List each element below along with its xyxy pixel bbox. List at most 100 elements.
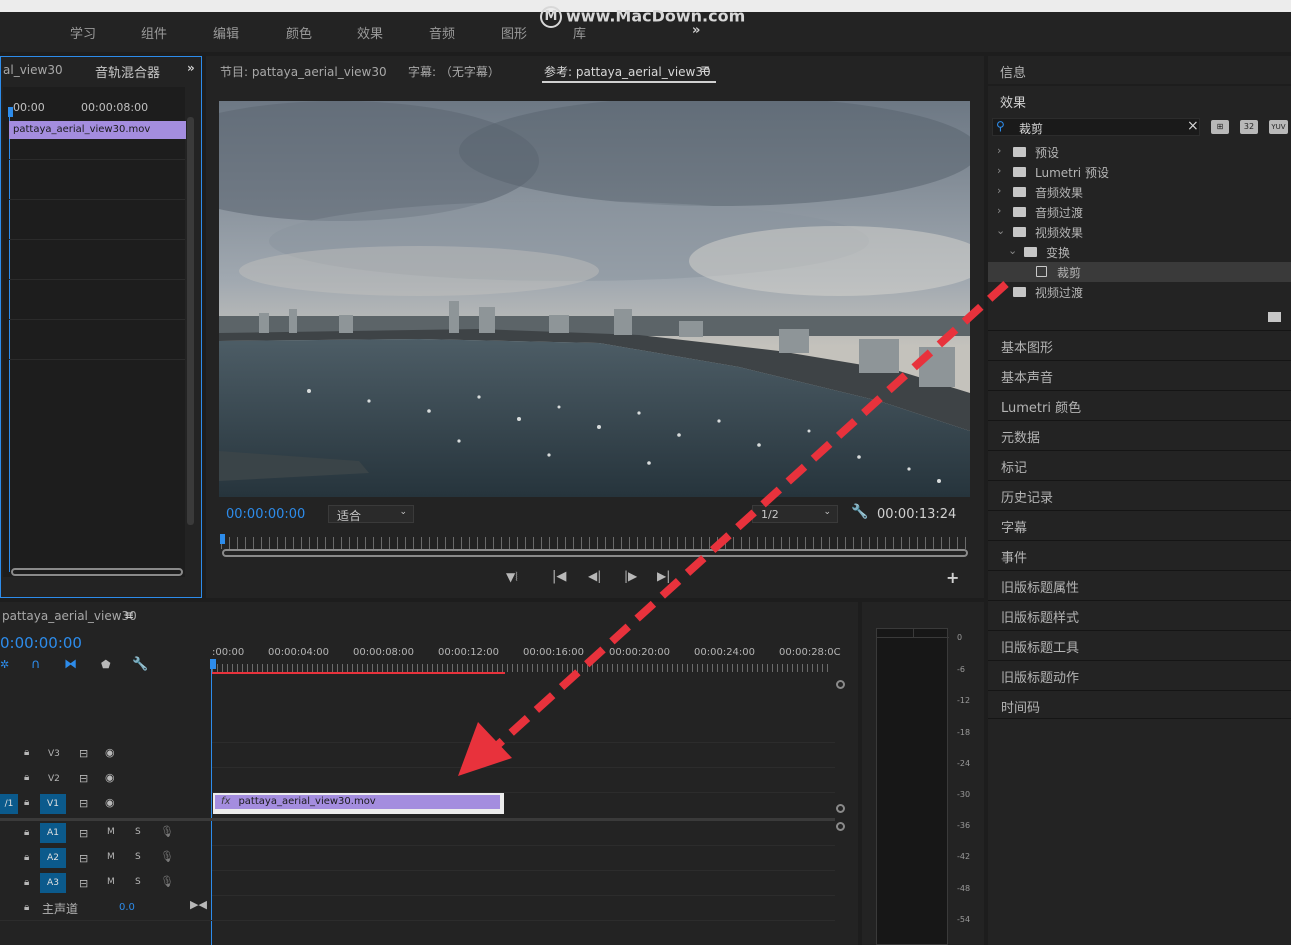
step-back-icon[interactable]: ◀| (588, 569, 601, 583)
mini-clip[interactable]: pattaya_aerial_view30.mov (9, 121, 186, 139)
marker-icon[interactable]: ▼⦚ (506, 570, 518, 585)
panel-essential-sound[interactable]: 基本声音 (988, 360, 1291, 390)
panel-captions[interactable]: 字幕 (988, 510, 1291, 540)
yuv-effects-icon[interactable]: YUV (1269, 120, 1288, 134)
monitor-time-ruler[interactable] (221, 537, 966, 549)
panel-legacy-title-actions[interactable]: 旧版标题动作 (988, 660, 1291, 690)
workspace-editing[interactable]: 编辑 (213, 23, 239, 42)
solo-button[interactable]: S (135, 827, 141, 837)
panel-legacy-title-styles[interactable]: 旧版标题样式 (988, 600, 1291, 630)
source-patch-v1[interactable]: /1 (0, 794, 18, 814)
step-forward-icon[interactable]: |▶ (624, 569, 637, 583)
nest-icon[interactable]: ✲ (0, 658, 9, 671)
panel-timecode[interactable]: 时间码 (988, 690, 1291, 718)
tab-audio-track-mixer[interactable]: 音轨混合器 (95, 62, 160, 81)
32bit-effects-icon[interactable]: 32 (1240, 120, 1258, 134)
eye-icon[interactable]: ◉ (105, 771, 115, 784)
go-to-in-icon[interactable]: |◀ (552, 569, 566, 584)
panel-lumetri-color[interactable]: Lumetri 颜色 (988, 390, 1291, 420)
new-bin-icon[interactable] (1268, 312, 1281, 322)
workspace-learn[interactable]: 学习 (70, 23, 96, 42)
workspace-color[interactable]: 颜色 (286, 23, 312, 42)
tree-item-lumetri-presets[interactable]: › Lumetri 预设 (988, 162, 1291, 182)
workspace-audio[interactable]: 音频 (429, 23, 455, 42)
sync-lock-icon[interactable]: ⊟ (79, 797, 88, 810)
effects-search-field[interactable]: ⚲ 裁剪 × (992, 118, 1200, 136)
wrench-icon[interactable]: 🔧 (851, 504, 868, 520)
panel-essential-graphics[interactable]: 基本图形 (988, 330, 1291, 360)
go-to-end-icon[interactable]: ▶◀ (190, 898, 207, 911)
add-button-icon[interactable]: + (946, 568, 959, 587)
lock-icon[interactable]: 🔒︎ (24, 747, 29, 758)
panel-markers[interactable]: 标记 (988, 450, 1291, 480)
monitor-zoom-scrollbar[interactable] (222, 549, 968, 557)
sync-lock-icon[interactable]: ⊟ (79, 747, 88, 760)
tree-item-crop[interactable]: 裁剪 (988, 262, 1291, 282)
tree-item-audio-transitions[interactable]: › 音频过渡 (988, 202, 1291, 222)
sequence-menu-icon[interactable]: ≡ (124, 608, 134, 622)
tab-reference[interactable]: 参考: pattaya_aerial_view30 (544, 63, 711, 80)
monitor-playhead[interactable] (220, 534, 225, 544)
tab-source-seq[interactable]: al_view30 (3, 63, 63, 77)
snap-magnet-icon[interactable]: ∩ (31, 657, 41, 672)
track-v1-target[interactable]: V1 (40, 794, 66, 814)
panel-events[interactable]: 事件 (988, 540, 1291, 570)
resolution-select[interactable]: 1/2 ⌄ (752, 505, 838, 523)
mini-vertical-scrollbar[interactable] (187, 117, 194, 525)
panel-history[interactable]: 历史记录 (988, 480, 1291, 510)
microphone-icon[interactable]: 🎙︎ (160, 850, 174, 863)
audio-tracks-scrollbar[interactable] (836, 822, 845, 831)
sync-lock-icon[interactable]: ⊟ (79, 877, 88, 890)
sequence-tab[interactable]: pattaya_aerial_view30 (2, 609, 137, 623)
panel-more-icon[interactable]: » (187, 61, 195, 75)
mute-button[interactable]: M (107, 852, 115, 862)
lock-icon[interactable]: 🔒︎ (24, 852, 29, 863)
timeline-ruler-ticks[interactable] (212, 664, 832, 672)
video-frame[interactable] (219, 101, 970, 497)
workspace-effects[interactable]: 效果 (357, 23, 383, 42)
video-tracks-scrollbar[interactable] (836, 680, 845, 815)
mini-horizontal-scrollbar[interactable] (11, 568, 183, 576)
panel-metadata[interactable]: 元数据 (988, 420, 1291, 450)
mute-button[interactable]: M (107, 827, 115, 837)
tab-captions[interactable]: 字幕: （无字幕） (408, 63, 500, 80)
mute-button[interactable]: M (107, 877, 115, 887)
tree-item-audio-effects[interactable]: › 音频效果 (988, 182, 1291, 202)
workspace-graphics[interactable]: 图形 (501, 23, 527, 42)
lock-icon[interactable]: 🔒︎ (24, 902, 29, 913)
add-marker-icon[interactable]: ⬟ (101, 658, 111, 671)
accelerated-effects-icon[interactable]: ⊞ (1211, 120, 1229, 134)
lock-icon[interactable]: 🔒︎ (24, 827, 29, 838)
panel-legacy-title-properties[interactable]: 旧版标题属性 (988, 570, 1291, 600)
lock-icon[interactable]: 🔒︎ (24, 772, 29, 783)
panel-legacy-title-tools[interactable]: 旧版标题工具 (988, 630, 1291, 660)
microphone-icon[interactable]: 🎙︎ (160, 875, 174, 888)
microphone-icon[interactable]: 🎙︎ (160, 825, 174, 838)
lock-icon[interactable]: 🔒︎ (24, 797, 29, 808)
timeline-clip-v1[interactable]: fx pattaya_aerial_view30.mov (213, 793, 504, 814)
go-to-out-icon[interactable]: ▶| (657, 569, 670, 583)
effects-label[interactable]: 效果 (1000, 92, 1026, 111)
tree-item-presets[interactable]: › 预设 (988, 142, 1291, 162)
tree-item-transform[interactable]: ⌄ 变换 (988, 242, 1291, 262)
solo-button[interactable]: S (135, 852, 141, 862)
tree-item-video-transitions[interactable]: › 视频过渡 (988, 282, 1291, 302)
clear-search-icon[interactable]: × (1187, 118, 1199, 134)
timeline-timecode[interactable]: 0:00:00:00 (0, 634, 82, 652)
workspace-assembly[interactable]: 组件 (141, 23, 167, 42)
sync-lock-icon[interactable]: ⊟ (79, 827, 88, 840)
eye-icon[interactable]: ◉ (105, 796, 115, 809)
linked-selection-icon[interactable]: ⧓ (64, 657, 77, 672)
track-a2-target[interactable]: A2 (40, 848, 66, 868)
info-label[interactable]: 信息 (1000, 62, 1026, 81)
lock-icon[interactable]: 🔒︎ (24, 877, 29, 888)
solo-button[interactable]: S (135, 877, 141, 887)
video-audio-divider[interactable] (0, 818, 835, 821)
track-a3-target[interactable]: A3 (40, 873, 66, 893)
sync-lock-icon[interactable]: ⊟ (79, 852, 88, 865)
timeline-settings-wrench-icon[interactable]: 🔧 (132, 657, 148, 672)
monitor-current-timecode[interactable]: 00:00:00:00 (226, 507, 305, 522)
reference-menu-icon[interactable]: ≡ (700, 62, 710, 76)
tab-program[interactable]: 节目: pattaya_aerial_view30 (220, 63, 387, 80)
tree-item-video-effects[interactable]: ⌄ 视频效果 (988, 222, 1291, 242)
